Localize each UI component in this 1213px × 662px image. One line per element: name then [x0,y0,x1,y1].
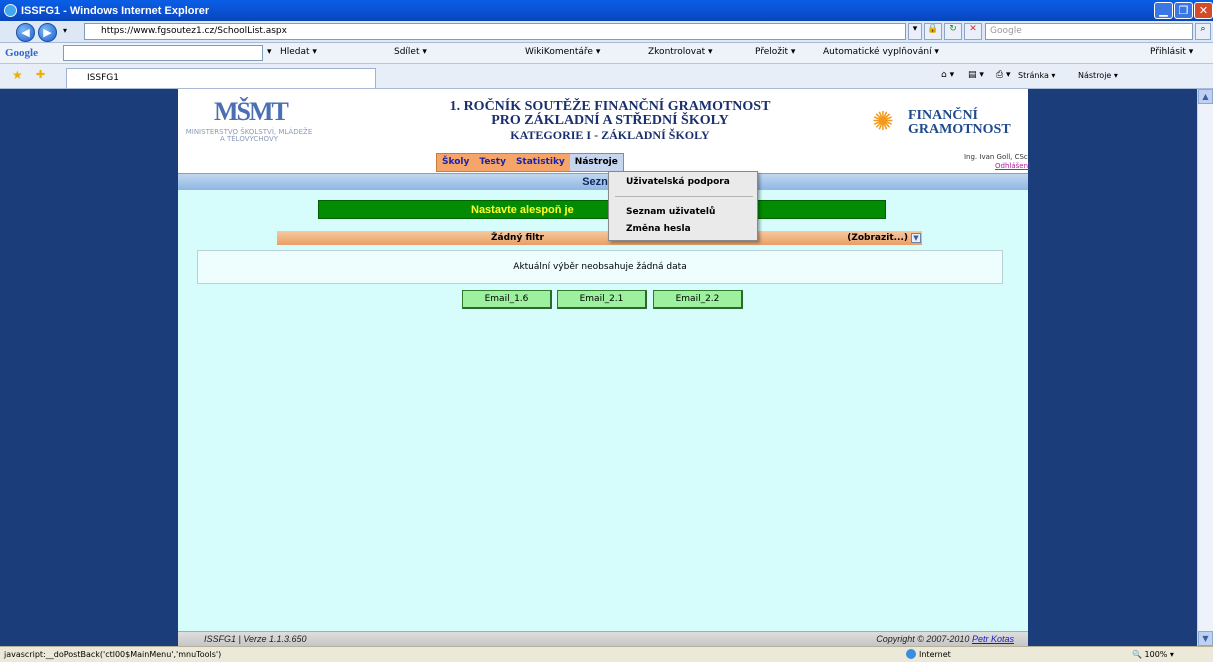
copyright-text: Copyright © 2007-2010 Petr Kotas [876,632,1014,647]
title-line-2: PRO ZÁKLADNÍ A STŘEDNÍ ŠKOLY [491,113,729,128]
notice-text: Nastavte alespoň je [471,204,574,216]
version-text: ISSFG1 | Verze 1.1.3.650 [204,634,307,644]
author-link[interactable]: Petr Kotas [972,634,1014,644]
msmt-logo-text: MINISTERSTVO ŠKOLSTVÍ, MLÁDEŽE A TĚLOVÝC… [185,128,313,143]
logout-link[interactable]: Odhlášení [900,162,1030,171]
browser-tab[interactable]: ISSFG1 [66,68,376,88]
wikicomments-button[interactable]: WikiKomentáře ▾ [525,47,600,57]
zone-label: Internet [919,650,951,659]
address-dropdown-icon[interactable]: ▾ [908,23,922,40]
google-toolbar: Google ▾ Hledat ▾ Sdílet ▾ WikiKomentáře… [0,43,1213,64]
financni-gramotnost-logo: ✺ FINANČNÍ GRAMOTNOST [872,107,1032,141]
filter-bar: Žádný filtr (Zobrazit...) ▼ [277,231,922,245]
brand-line-2: GRAMOTNOST [908,122,1011,137]
forward-icon[interactable]: ▶ [38,23,57,42]
address-url: https://www.fgsoutez1.cz/SchoolList.aspx [101,26,287,36]
status-message: javascript:__doPostBack('ctl00$MainMenu'… [4,650,222,659]
email-1-6-button[interactable]: Email_1.6 [462,290,552,309]
main-menu: Školy Testy Statistiky Nástroje [436,153,624,172]
window-title: ISSFG1 - Windows Internet Explorer [21,4,210,17]
print-icon[interactable]: ⎙ ▾ [996,70,1011,80]
home-icon[interactable]: ⌂ ▾ [941,70,954,80]
search-input[interactable]: Google [985,23,1193,40]
address-bar[interactable]: https://www.fgsoutez1.cz/SchoolList.aspx [84,23,906,40]
close-icon[interactable]: ✕ [1194,2,1213,19]
page-title: 1. ROČNÍK SOUTĚŽE FINANČNÍ GRAMOTNOST PR… [380,99,840,143]
menu-item-user-list[interactable]: Seznam uživatelů [626,207,715,217]
menu-item-statistics[interactable]: Statistiky [511,154,570,171]
lock-icon[interactable]: 🔒 [924,23,942,40]
add-favorites-icon[interactable]: ✚ [36,68,45,81]
status-bar: javascript:__doPostBack('ctl00$MainMenu'… [0,646,1213,662]
feeds-icon[interactable]: ▤ ▾ [968,70,984,80]
chevron-down-icon[interactable]: ▼ [911,233,921,243]
email-2-1-button[interactable]: Email_2.1 [557,290,647,309]
spellcheck-button[interactable]: Zkontrolovat ▾ [648,47,713,57]
refresh-icon[interactable]: ↻ [944,23,962,40]
page-right-margin [1028,89,1197,646]
stop-icon[interactable]: ✕ [964,23,982,40]
menu-separator [615,196,753,197]
vertical-scrollbar[interactable]: ▲ ▼ [1197,89,1213,646]
menu-item-schools[interactable]: Školy [437,154,474,171]
share-button[interactable]: Sdílet ▾ [394,47,427,57]
google-search-button[interactable]: Hledat ▾ [280,47,317,57]
back-icon[interactable]: ◀ [16,23,35,42]
search-icon[interactable]: ⌕ [1195,23,1211,40]
email-2-2-button[interactable]: Email_2.2 [653,290,743,309]
translate-button[interactable]: Přeložit ▾ [755,47,795,57]
user-name: Ing. Ivan Goll, CSc. [963,153,1030,161]
brand-line-1: FINANČNÍ [908,108,978,123]
results-panel: Aktuální výběr neobsahuje žádná data [197,250,1003,284]
security-zone: Internet [906,647,951,662]
page-footer: ISSFG1 | Verze 1.1.3.650 Copyright © 200… [178,631,1028,646]
autofill-button[interactable]: Automatické vyplňování ▾ [823,47,939,57]
google-search-dropdown-icon[interactable]: ▾ [267,47,272,57]
globe-icon [906,649,916,659]
notice-banner: Nastavte alespoň je [318,200,886,219]
tools-menu[interactable]: Nástroje ▾ [1078,71,1118,80]
section-title-bar: Seznam [178,173,1028,190]
empty-message: Aktuální výběr neobsahuje žádná data [513,262,687,272]
page-menu[interactable]: Stránka ▾ [1018,71,1055,80]
title-line-1: 1. ROČNÍK SOUTĚŽE FINANČNÍ GRAMOTNOST [449,99,771,114]
google-logo: Google [5,47,38,59]
scroll-up-icon[interactable]: ▲ [1198,89,1213,104]
signin-button[interactable]: Přihlásit ▾ [1150,47,1193,57]
history-dropdown-icon[interactable]: ▾ [63,26,67,35]
copyright-label: Copyright © 2007-2010 [876,634,970,644]
maximize-icon[interactable]: ❐ [1174,2,1193,19]
favorites-star-icon[interactable]: ★ [12,68,23,82]
msmt-logo: MŠMT MINISTERSTVO ŠKOLSTVÍ, MLÁDEŽE A TĚ… [184,97,314,147]
scroll-down-icon[interactable]: ▼ [1198,631,1213,646]
zoom-value: 100% [1144,650,1168,659]
tools-dropdown-menu: Uživatelská podpora Seznam uživatelů Změ… [608,171,758,241]
menu-item-change-password[interactable]: Změna hesla [626,224,691,234]
menu-item-tools[interactable]: Nástroje [569,154,623,171]
menu-item-tests[interactable]: Testy [474,154,511,171]
msmt-logo-mark: MŠMT [214,97,289,126]
page-left-margin [0,89,178,646]
minimize-icon[interactable]: ▁ [1154,2,1173,19]
menu-item-user-support[interactable]: Uživatelská podpora [626,177,730,187]
user-info: Ing. Ivan Goll, CSc. Odhlášení [900,153,1030,171]
ie-logo-icon [4,4,17,17]
filter-label: Žádný filtr [491,233,544,243]
zoom-level[interactable]: 🔍 100% ▾ [1132,647,1174,662]
sun-logo-icon: ✺ [872,107,894,137]
window-titlebar: ISSFG1 - Windows Internet Explorer [0,0,1213,21]
filter-toggle-link[interactable]: (Zobrazit...) [847,231,908,245]
google-search-input[interactable] [63,45,263,61]
title-line-3: KATEGORIE I - ZÁKLADNÍ ŠKOLY [510,128,710,142]
tab-label: ISSFG1 [87,73,119,83]
